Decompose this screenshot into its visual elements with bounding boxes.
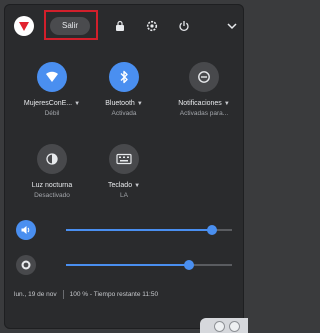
volume-icon: [21, 226, 30, 234]
shelf-dot-icon: [229, 321, 240, 332]
wifi-icon: [46, 71, 58, 82]
keyboard-icon: [116, 153, 132, 165]
brightness-button[interactable]: [16, 255, 36, 275]
footer-divider: [62, 290, 64, 299]
brightness-slider-thumb[interactable]: [183, 260, 194, 270]
status-footer: lun., 19 de nov 100 % - Tiempo restante …: [14, 290, 234, 299]
sign-out-button[interactable]: Salir: [50, 17, 90, 35]
notifications-tile[interactable]: Notificaciones ▼ Activadas para...: [169, 62, 239, 117]
bluetooth-toggle[interactable]: [109, 62, 139, 92]
date-label: lun., 19 de nov: [14, 291, 57, 298]
volume-button[interactable]: [16, 220, 36, 240]
lock-button[interactable]: [110, 16, 130, 36]
brightness-slider[interactable]: [66, 260, 232, 270]
night-light-toggle[interactable]: [37, 144, 67, 174]
wifi-label-row[interactable]: MujeresConE... ▼: [17, 100, 87, 107]
avatar-logo-icon: [19, 22, 29, 31]
night-light-label: Luz nocturna: [31, 182, 73, 189]
caret-down-icon: ▼: [74, 100, 81, 107]
keyboard-label-row[interactable]: Teclado ▼: [89, 182, 159, 189]
quick-settings-top-bar: Salir: [4, 4, 244, 44]
caret-down-icon: ▼: [223, 100, 230, 107]
caret-down-icon: ▼: [134, 182, 141, 189]
brightness-slider-row: [16, 254, 238, 276]
night-light-status: Desactivado: [34, 192, 70, 199]
quick-settings-panel: Salir MujeresConE... ▼ Débil Bluetooth ▼…: [4, 4, 244, 329]
gear-icon: [146, 20, 158, 32]
notifications-status: Activadas para...: [179, 110, 229, 117]
notifications-toggle[interactable]: [189, 62, 219, 92]
wifi-tile[interactable]: MujeresConE... ▼ Débil: [17, 62, 87, 117]
night-light-tile[interactable]: Luz nocturna Desactivado: [17, 144, 87, 199]
lock-icon: [116, 20, 124, 31]
battery-status: 100 % - Tiempo restante 11:50: [69, 291, 159, 298]
volume-slider-thumb[interactable]: [207, 225, 218, 235]
wifi-network-name: MujeresConE...: [23, 100, 73, 107]
notifications-icon: [198, 71, 210, 83]
night-light-label-row: Luz nocturna: [17, 182, 87, 189]
brightness-icon: [21, 260, 31, 270]
wifi-status: Débil: [44, 110, 60, 117]
notifications-label-row[interactable]: Notificaciones ▼: [169, 100, 239, 107]
bluetooth-label: Bluetooth: [105, 100, 135, 107]
notifications-label: Notificaciones: [178, 100, 222, 107]
volume-slider-row: [16, 219, 238, 241]
brightness-slider-remaining: [188, 264, 232, 266]
power-button[interactable]: [174, 16, 194, 36]
caret-down-icon: ▼: [136, 100, 143, 107]
keyboard-tile[interactable]: Teclado ▼ LA: [89, 144, 159, 199]
collapse-button[interactable]: [224, 16, 240, 36]
power-icon: [179, 21, 189, 32]
shelf-dot-icon: [214, 321, 225, 332]
keyboard-layout: LA: [120, 192, 128, 199]
volume-slider[interactable]: [66, 225, 232, 235]
keyboard-label: Teclado: [107, 182, 133, 189]
user-avatar[interactable]: [14, 16, 34, 36]
keyboard-toggle[interactable]: [109, 144, 139, 174]
chevron-down-icon: [227, 23, 237, 30]
night-light-icon: [46, 153, 58, 165]
bluetooth-tile[interactable]: Bluetooth ▼ Activada: [89, 62, 159, 117]
bluetooth-label-row[interactable]: Bluetooth ▼: [89, 100, 159, 107]
wifi-toggle[interactable]: [37, 62, 67, 92]
bluetooth-icon: [120, 70, 128, 84]
settings-button[interactable]: [142, 16, 162, 36]
bluetooth-status: Activada: [111, 110, 137, 117]
